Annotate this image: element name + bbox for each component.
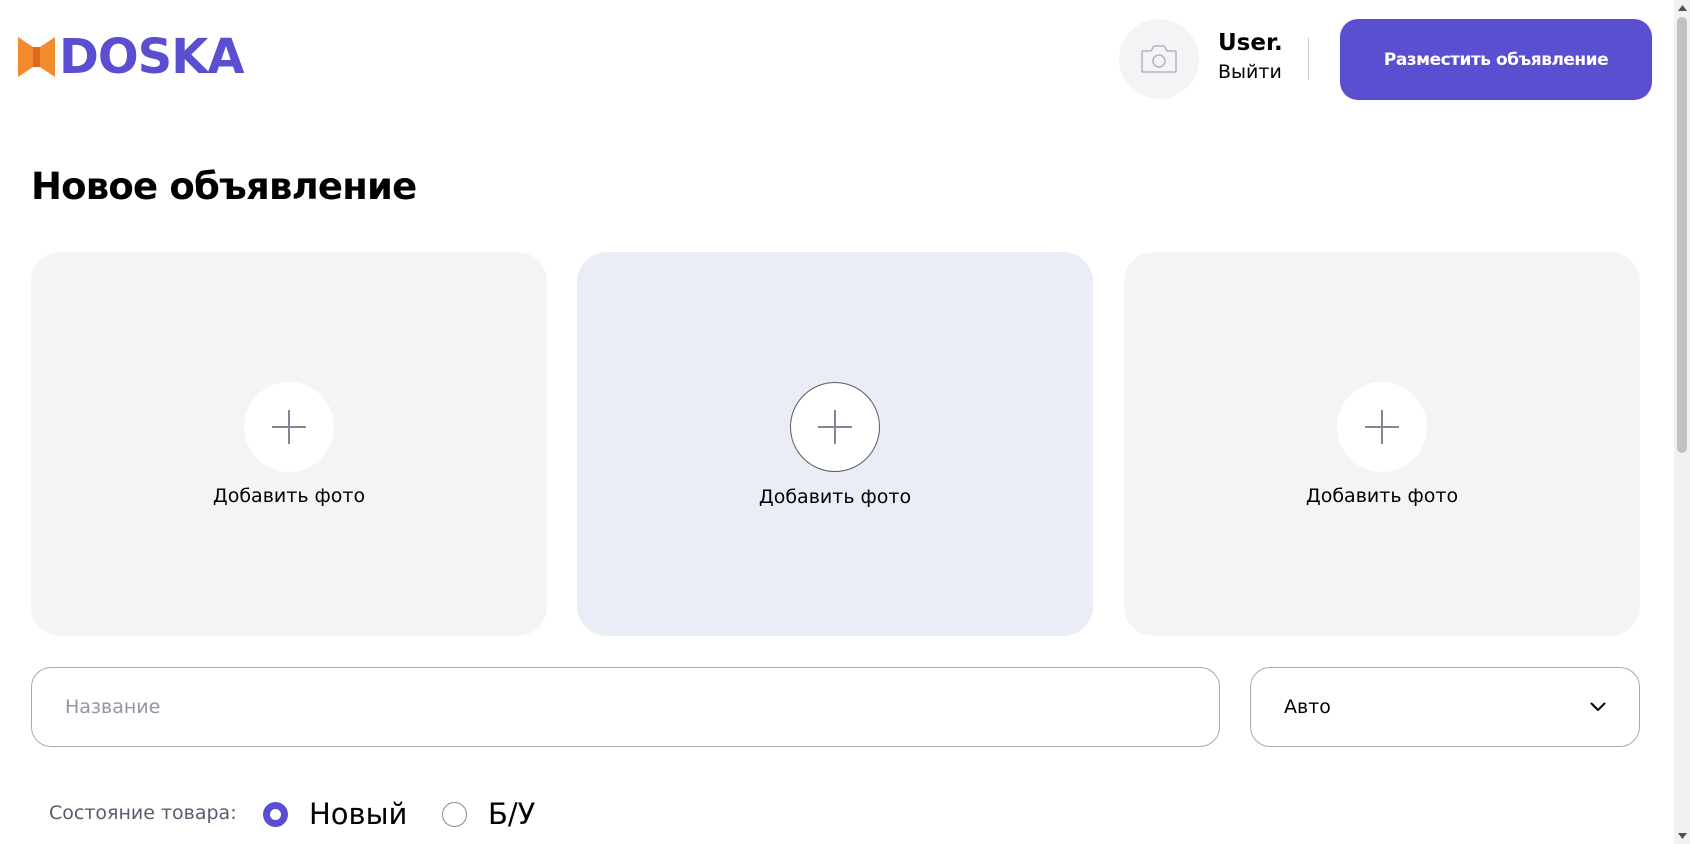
scrollbar-thumb[interactable] — [1677, 17, 1687, 453]
add-photo-slot-2[interactable]: Добавить фото — [577, 252, 1093, 636]
logo[interactable]: DOSKA — [18, 29, 245, 85]
page-scrollbar[interactable] — [1674, 0, 1690, 844]
plus-icon — [818, 410, 852, 444]
condition-radio-new[interactable]: Новый — [263, 794, 407, 834]
logo-text: DOSKA — [59, 29, 245, 85]
add-photo-circle[interactable] — [1337, 382, 1427, 472]
user-avatar[interactable] — [1119, 19, 1199, 99]
add-photo-circle[interactable] — [244, 382, 334, 472]
doska-logo-icon — [18, 37, 55, 77]
radio-checked-icon[interactable] — [263, 801, 288, 827]
logout-link[interactable]: Выйти — [1218, 58, 1308, 86]
scroll-down-arrow-icon[interactable] — [1674, 828, 1690, 844]
camera-icon — [1141, 45, 1177, 73]
scroll-up-arrow-icon[interactable] — [1674, 0, 1690, 16]
plus-icon — [1365, 410, 1399, 444]
add-photo-label: Добавить фото — [1305, 485, 1459, 507]
condition-option-label: Б/У — [488, 797, 536, 831]
condition-option-label: Новый — [309, 797, 408, 831]
add-photo-slot-3[interactable]: Добавить фото — [1124, 252, 1640, 636]
radio-unchecked-icon[interactable] — [442, 801, 467, 827]
user-name: User. — [1218, 30, 1283, 56]
category-select[interactable]: Авто — [1250, 667, 1640, 747]
header-divider — [1308, 38, 1309, 80]
category-value: Авто — [1284, 696, 1331, 718]
ad-title-input[interactable] — [31, 667, 1220, 747]
page-title: Новое объявление — [31, 165, 417, 208]
add-photo-circle[interactable] — [790, 382, 880, 472]
condition-radio-used[interactable]: Б/У — [442, 794, 535, 834]
condition-label: Состояние товара: — [49, 802, 237, 824]
add-photo-label: Добавить фото — [212, 485, 366, 507]
add-photo-slot-1[interactable]: Добавить фото — [31, 252, 547, 636]
chevron-down-icon — [1590, 702, 1606, 711]
post-ad-button[interactable]: Разместить объявление — [1340, 19, 1652, 100]
page: DOSKA User. Выйти Разместить объявление … — [0, 0, 1674, 844]
user-block: User. Выйти — [1218, 28, 1308, 86]
plus-icon — [272, 410, 306, 444]
add-photo-label: Добавить фото — [758, 486, 912, 508]
